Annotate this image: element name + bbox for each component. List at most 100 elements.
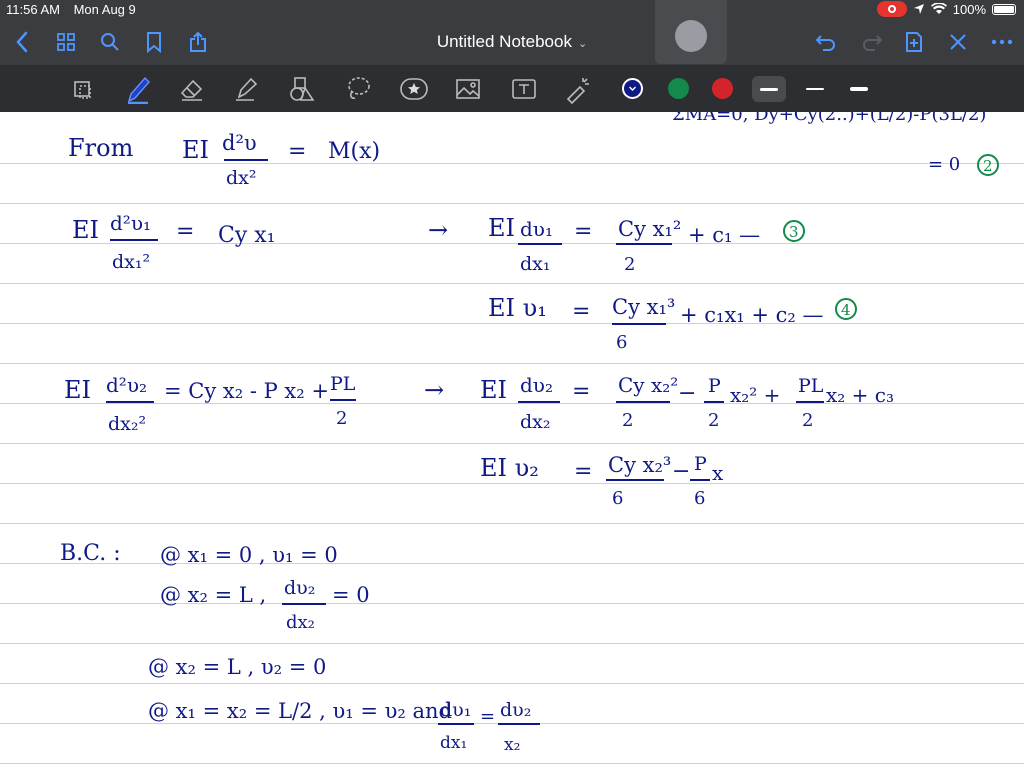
ink-l3-den: 6 [616, 332, 627, 353]
drag-handle-knob[interactable] [675, 20, 707, 52]
drawing-toolbar [0, 65, 1024, 112]
shapes-icon[interactable] [286, 73, 318, 105]
status-date: Mon Aug 9 [73, 2, 136, 17]
ink-l2-eq: = [176, 219, 194, 244]
ink-l2-den3: 2 [624, 254, 635, 275]
ink-l5-p: P [694, 453, 707, 475]
ink-bc3: @ x₂ = L , υ₂ = 0 [148, 655, 326, 679]
ink-bc2-den: dx₂ [286, 612, 315, 633]
ink-l4-ei: EI [64, 376, 91, 404]
ink-bc4-den2: x₂ [504, 735, 520, 755]
ink-l2-den2: dx₁ [520, 253, 551, 275]
ink-l5-minus: − [672, 459, 690, 484]
notebook-title-text: Untitled Notebook [436, 32, 572, 51]
ink-l4-minus: − [678, 381, 696, 406]
ink-l2-num-label: 3 [789, 223, 799, 241]
stroke-width-thin[interactable] [752, 76, 786, 102]
ink-l4-p-den: 2 [708, 410, 719, 431]
ink-l5-p-den: 6 [694, 488, 705, 509]
ink-l3-rest: + c₁x₁ + c₂ — [680, 303, 824, 327]
redo-icon[interactable] [858, 28, 886, 56]
lasso-select-icon[interactable] [68, 73, 100, 105]
ink-l4-eq2: = [572, 379, 590, 404]
ink-l4-pl2: PL [798, 375, 824, 397]
ink-l2-num: d²υ₁ [110, 211, 151, 235]
highlighter-icon[interactable] [230, 73, 262, 105]
ink-l4-p: P [708, 375, 721, 397]
notebook-page[interactable]: ΣMA=0, Dy+Cy(2..)+(L/2)-P(3L/2) = 0 2 Fr… [0, 112, 1024, 768]
ink-bc4-num1: dυ₁ [440, 699, 471, 721]
ink-l2-ei: EI [72, 216, 99, 244]
ink-bc4-num2: dυ₂ [500, 699, 531, 721]
ink-bc-label: B.C. : [60, 541, 121, 566]
ink-l4-num: d²υ₂ [106, 373, 147, 397]
color-swatch-green[interactable] [668, 78, 689, 99]
add-page-icon[interactable] [900, 28, 928, 56]
ink-l4-pl: PL [330, 373, 356, 395]
ink-bc4-lhs: @ x₁ = x₂ = L/2 , υ₁ = υ₂ and [148, 699, 452, 723]
ink-l4-arrow: → [424, 376, 444, 404]
ink-l5-den: 6 [612, 488, 623, 509]
ink-l2-den: dx₁² [112, 251, 150, 273]
ink-top-eq: = 0 [928, 154, 960, 175]
ink-l2-ei2: EI [488, 214, 515, 242]
ink-l4-num2: dυ₂ [520, 373, 553, 397]
ink-l3-num: Cy x₁³ [612, 295, 675, 319]
ink-bc2-rhs: = 0 [332, 583, 370, 607]
location-icon [913, 4, 924, 14]
screen-recording-icon [876, 1, 907, 17]
ink-l4-den3: 2 [622, 410, 633, 431]
more-icon[interactable] [988, 28, 1016, 56]
ink-l2-num3: Cy x₁² [618, 217, 681, 241]
ink-l4-pl-den: 2 [336, 408, 347, 429]
ink-l1-den: dx² [226, 167, 257, 189]
status-bar: 11:56 AM Mon Aug 9 100% [0, 0, 1024, 20]
laser-pointer-icon[interactable] [562, 73, 594, 105]
ink-l3-ei: EI υ₁ [488, 294, 547, 322]
ink-l4-ei2: EI [480, 376, 507, 404]
undo-icon[interactable] [812, 28, 840, 56]
ink-l4-den2: dx₂ [520, 411, 551, 433]
ink-bc1: @ x₁ = 0 , υ₁ = 0 [160, 543, 338, 567]
ink-bc4-eq: = [480, 706, 495, 727]
ink-l5-ei: EI υ₂ [480, 454, 539, 482]
ink-l5-eq: = [574, 459, 592, 484]
ink-l1-ei: EI [182, 136, 209, 164]
eraser-icon[interactable] [176, 73, 208, 105]
ink-bc4-den1: dx₁ [440, 733, 467, 753]
lasso-icon[interactable] [342, 73, 374, 105]
navigation-bar: Untitled Notebook ⌄ [0, 20, 1024, 65]
color-swatch-red[interactable] [712, 78, 733, 99]
close-editing-icon[interactable] [944, 28, 972, 56]
ink-l4-pl2-den: 2 [802, 410, 813, 431]
ink-l3-eq: = [572, 299, 590, 324]
stroke-width-medium[interactable] [798, 76, 832, 102]
floating-drag-handle[interactable] [655, 0, 727, 64]
ink-l4-num3: Cy x₂² [618, 373, 678, 397]
battery-icon [992, 3, 1016, 15]
ink-l4-den: dx₂² [108, 413, 146, 435]
chevron-down-icon: ⌄ [577, 38, 588, 50]
ink-l5-x: x [712, 461, 724, 485]
battery-percent: 100% [952, 1, 986, 17]
ink-l4-tail: x₂ + c₃ [826, 383, 894, 407]
stroke-width-thick[interactable] [842, 76, 876, 102]
ink-l2-arrow: → [428, 216, 448, 244]
ink-l2-rhs: Cy x₁ [218, 223, 275, 248]
ink-l1-mx: M(x) [328, 139, 380, 164]
pen-icon[interactable] [122, 73, 154, 105]
sticker-icon[interactable] [398, 73, 430, 105]
ink-l3-num-label: 4 [841, 301, 851, 319]
ink-l2-c1: + c₁ — [688, 223, 760, 247]
ink-l4-rhs: = Cy x₂ - P x₂ + [164, 379, 329, 403]
ink-l1-eq: = [288, 139, 306, 164]
ink-l1-num: d²υ [222, 131, 257, 155]
ink-bc2-lhs: @ x₂ = L , [160, 583, 266, 607]
ink-bc2-num: dυ₂ [284, 577, 315, 599]
ink-top-num: 2 [983, 157, 993, 175]
color-swatch-navy[interactable] [622, 78, 643, 99]
text-icon[interactable] [508, 73, 540, 105]
image-icon[interactable] [452, 73, 484, 105]
ink-l4-x2sq: x₂² + [730, 383, 780, 407]
handwriting-canvas: ΣMA=0, Dy+Cy(2..)+(L/2)-P(3L/2) = 0 2 Fr… [60, 112, 999, 755]
